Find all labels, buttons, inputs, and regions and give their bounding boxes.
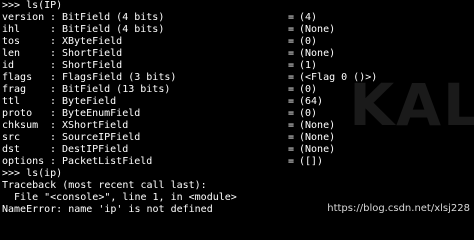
field-default: (0) bbox=[299, 84, 318, 95]
field-equals: = bbox=[288, 60, 295, 71]
field-equals: = bbox=[288, 108, 295, 119]
field-type: ShortField bbox=[62, 60, 123, 71]
field-default: (<Flag 0 ()>) bbox=[299, 72, 378, 83]
command-line: >>> ls(ip) bbox=[2, 168, 63, 179]
field-name: ttl bbox=[2, 96, 21, 107]
terminal-window[interactable]: KAL >>> ls(IP) version : BitField (4 bit… bbox=[0, 0, 474, 220]
field-row: tos : XByteField = (0) bbox=[2, 36, 472, 48]
field-default: (0) bbox=[299, 108, 318, 119]
field-name: version bbox=[2, 12, 45, 23]
field-type: BitField (4 bits) bbox=[62, 24, 165, 35]
field-name: dst bbox=[2, 144, 21, 155]
field-equals: = bbox=[288, 36, 295, 47]
field-equals: = bbox=[288, 84, 295, 95]
field-type: ByteField bbox=[62, 96, 117, 107]
field-separator: : bbox=[50, 132, 57, 143]
field-name: id bbox=[2, 60, 15, 71]
field-separator: : bbox=[50, 24, 57, 35]
field-separator: : bbox=[50, 12, 57, 23]
field-equals: = bbox=[288, 12, 295, 23]
field-name: options bbox=[2, 156, 45, 167]
field-row: proto : ByteEnumField = (0) bbox=[2, 108, 472, 120]
field-name: len bbox=[2, 48, 21, 59]
field-type: DestIPField bbox=[62, 144, 129, 155]
field-default: ([]) bbox=[299, 156, 324, 167]
field-row: dst : DestIPField = (None) bbox=[2, 144, 472, 156]
field-default: (None) bbox=[299, 24, 336, 35]
field-row: flags : FlagsField (3 bits) = (<Flag 0 (… bbox=[2, 72, 472, 84]
field-equals: = bbox=[288, 24, 295, 35]
field-default: (0) bbox=[299, 36, 318, 47]
field-separator: : bbox=[50, 96, 57, 107]
field-default: (None) bbox=[299, 144, 336, 155]
field-type: ShortField bbox=[62, 48, 123, 59]
field-separator: : bbox=[50, 120, 57, 131]
field-row: version : BitField (4 bits) = (4) bbox=[2, 12, 472, 24]
field-row: ihl : BitField (4 bits) = (None) bbox=[2, 24, 472, 36]
field-name: chksum bbox=[2, 120, 39, 131]
field-name: frag bbox=[2, 84, 27, 95]
field-row: chksum : XShortField = (None) bbox=[2, 120, 472, 132]
field-equals: = bbox=[288, 48, 295, 59]
field-row: frag : BitField (13 bits) = (0) bbox=[2, 84, 472, 96]
command-line: >>> ls(IP) bbox=[2, 0, 63, 11]
field-type: XShortField bbox=[62, 120, 129, 131]
field-type: SourceIPField bbox=[62, 132, 141, 143]
csdn-watermark-url: https://blog.csdn.net/xlsj228 bbox=[327, 203, 470, 214]
field-separator: : bbox=[50, 48, 57, 59]
field-default: (1) bbox=[299, 60, 318, 71]
traceback-header: Traceback (most recent call last): bbox=[2, 180, 207, 191]
field-equals: = bbox=[288, 96, 295, 107]
field-row: options : PacketListField = ([]) bbox=[2, 156, 472, 168]
field-name: flags bbox=[2, 72, 33, 83]
field-separator: : bbox=[50, 36, 57, 47]
field-type: BitField (13 bits) bbox=[62, 84, 171, 95]
field-equals: = bbox=[288, 120, 295, 131]
field-name: tos bbox=[2, 36, 21, 47]
field-default: (None) bbox=[299, 120, 336, 131]
field-equals: = bbox=[288, 132, 295, 143]
field-default: (64) bbox=[299, 96, 324, 107]
field-separator: : bbox=[50, 144, 57, 155]
field-type: BitField (4 bits) bbox=[62, 12, 165, 23]
field-type: PacketListField bbox=[62, 156, 153, 167]
field-equals: = bbox=[288, 156, 295, 167]
field-default: (None) bbox=[299, 48, 336, 59]
field-type: FlagsField (3 bits) bbox=[62, 72, 177, 83]
field-equals: = bbox=[288, 72, 295, 83]
field-row: ttl : ByteField = (64) bbox=[2, 96, 472, 108]
field-type: XByteField bbox=[62, 36, 123, 47]
field-name: ihl bbox=[2, 24, 21, 35]
field-row: src : SourceIPField = (None) bbox=[2, 132, 472, 144]
field-separator: : bbox=[50, 84, 57, 95]
field-row: id : ShortField = (1) bbox=[2, 60, 472, 72]
field-default: (None) bbox=[299, 132, 336, 143]
field-separator: : bbox=[50, 72, 57, 83]
field-equals: = bbox=[288, 144, 295, 155]
field-default: (4) bbox=[299, 12, 318, 23]
field-type: ByteEnumField bbox=[62, 108, 141, 119]
field-name: proto bbox=[2, 108, 33, 119]
field-name: src bbox=[2, 132, 21, 143]
field-separator: : bbox=[50, 108, 57, 119]
field-separator: : bbox=[50, 156, 57, 167]
field-separator: : bbox=[50, 60, 57, 71]
field-row: len : ShortField = (None) bbox=[2, 48, 472, 60]
